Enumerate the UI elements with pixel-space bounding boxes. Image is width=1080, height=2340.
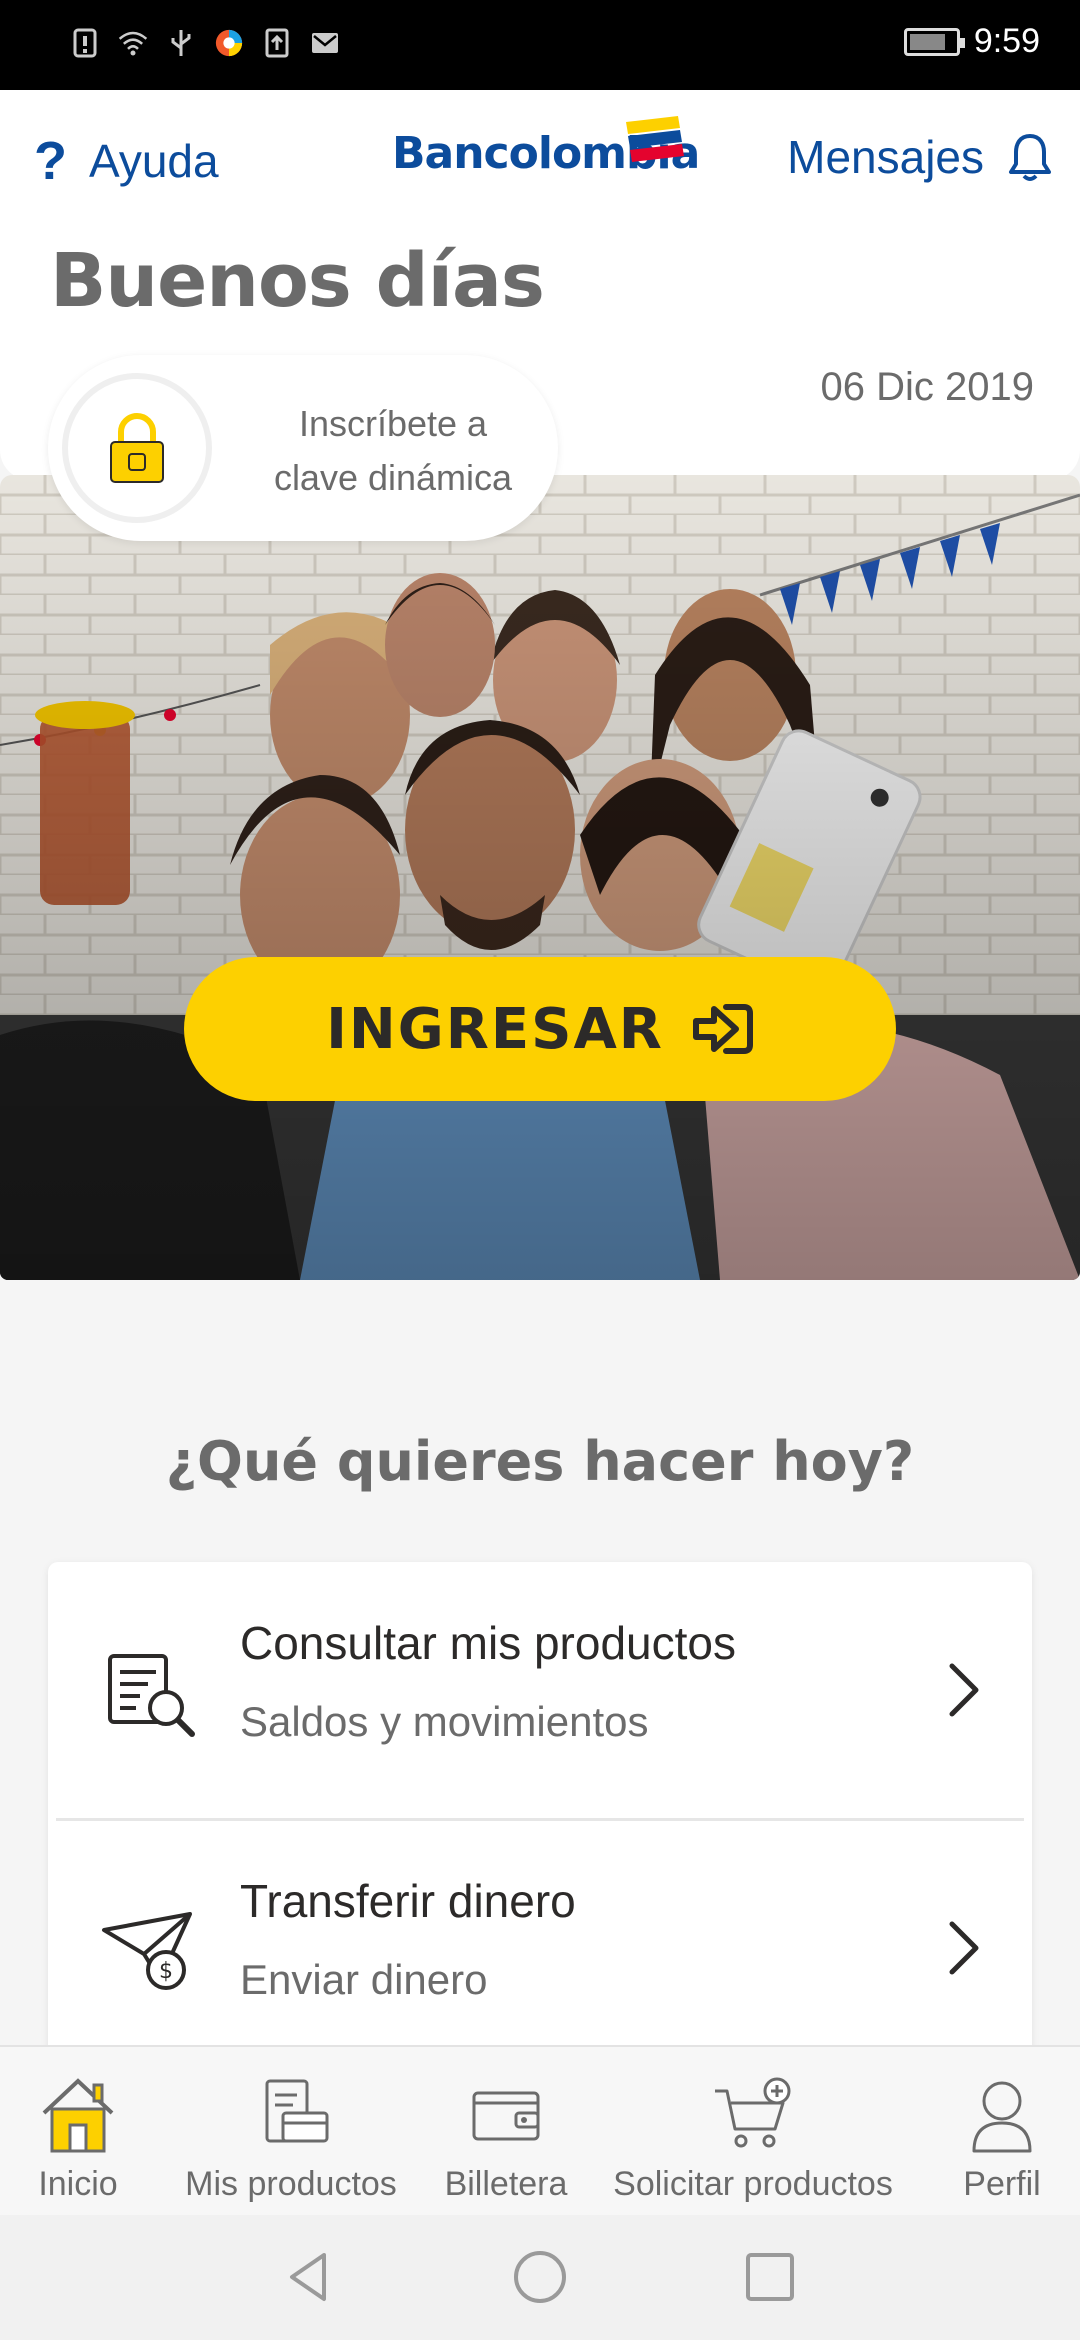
login-arrow-icon — [692, 1004, 753, 1054]
nav-label: Inicio — [38, 2165, 118, 2203]
hero-image — [0, 475, 1080, 1280]
cart-add-icon — [715, 2077, 791, 2148]
dynamic-key-text: Inscríbete a clave dinámica — [248, 397, 538, 505]
login-label: INGRESAR — [326, 996, 664, 1062]
option-subtitle: Enviar dinero — [240, 1956, 488, 2003]
status-icons — [70, 28, 340, 58]
current-date: 06 Dic 2019 — [820, 365, 1034, 409]
alert-icon — [70, 28, 100, 58]
option-title: Consultar mis productos — [240, 1617, 736, 1669]
hero-photo — [0, 475, 1080, 1280]
wifi-icon — [118, 28, 148, 58]
upload-icon — [262, 28, 292, 58]
usb-icon — [166, 28, 196, 58]
bottom-navigation: Inicio Mis productos Billetera Solicitar… — [0, 2045, 1080, 2215]
status-right: 9:59 — [903, 22, 1040, 61]
option-subtitle: Saldos y movimientos — [240, 1698, 649, 1745]
mail-icon — [310, 28, 340, 58]
nav-inicio[interactable]: Inicio — [20, 2047, 136, 2217]
status-bar: 9:59 — [0, 0, 1080, 90]
option-transferir-dinero[interactable]: $ Transferir dinero Enviar dinero — [48, 1820, 1032, 2078]
lock-icon — [110, 413, 164, 483]
app-icon — [214, 28, 244, 58]
nav-perfil[interactable]: Perfil — [944, 2047, 1060, 2217]
nav-billetera[interactable]: Billetera — [436, 2047, 576, 2217]
brand-stripes-icon — [626, 116, 684, 162]
home-icon — [42, 2078, 114, 2153]
home-circle-icon[interactable] — [510, 2247, 570, 2307]
nav-solicitar-productos[interactable]: Solicitar productos — [600, 2047, 906, 2217]
option-consultar-productos[interactable]: Consultar mis productos Saldos y movimie… — [48, 1562, 1032, 1820]
status-time: 9:59 — [973, 22, 1040, 60]
nav-label: Perfil — [963, 2165, 1041, 2203]
wallet-icon — [472, 2091, 540, 2141]
chevron-right-icon — [949, 1921, 979, 1975]
help-label: Ayuda — [89, 135, 219, 187]
battery-icon — [903, 27, 965, 56]
send-money-icon: $ — [102, 1912, 192, 1990]
back-icon[interactable] — [280, 2247, 340, 2307]
nav-label: Billetera — [444, 2165, 568, 2203]
user-icon — [972, 2081, 1032, 2153]
recents-icon[interactable] — [740, 2247, 800, 2307]
svg-text:$: $ — [159, 1959, 173, 1984]
system-navigation — [0, 2215, 1080, 2340]
greeting-title: Buenos días — [50, 238, 545, 324]
chevron-right-icon — [949, 1663, 979, 1717]
help-button[interactable]: ? Ayuda — [34, 130, 219, 192]
question-icon: ? — [34, 131, 67, 191]
login-button[interactable]: INGRESAR — [184, 957, 896, 1101]
nav-label: Solicitar productos — [613, 2165, 893, 2203]
section-title: ¿Qué quieres hacer hoy? — [165, 1430, 915, 1493]
lock-ring — [62, 373, 212, 523]
messages-label: Mensajes — [787, 131, 984, 183]
brand-logo: Bancolombia — [392, 116, 700, 179]
app-header: ? Ayuda Bancolombia Mensajes — [0, 90, 1080, 230]
nav-mis-productos[interactable]: Mis productos — [176, 2047, 406, 2217]
bell-icon — [1009, 134, 1051, 181]
option-title: Transferir dinero — [240, 1875, 576, 1927]
messages-button[interactable]: Mensajes — [787, 130, 1052, 184]
products-icon — [265, 2079, 329, 2143]
document-search-icon — [108, 1654, 195, 1737]
options-card: Consultar mis productos Saldos y movimie… — [48, 1562, 1032, 2082]
dynamic-key-banner[interactable]: Inscríbete a clave dinámica — [48, 355, 558, 541]
dynamic-key-line2: clave dinámica — [273, 457, 513, 498]
dynamic-key-line1: Inscríbete a — [298, 403, 488, 444]
nav-label: Mis productos — [185, 2165, 397, 2203]
